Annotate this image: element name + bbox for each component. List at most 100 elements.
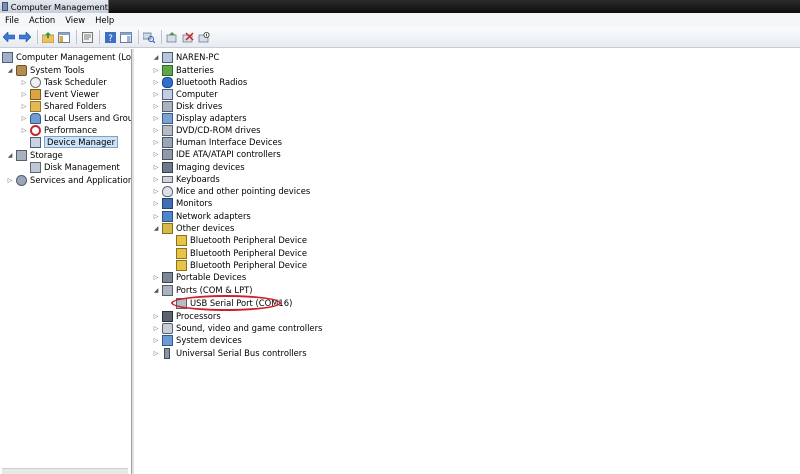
tree-item-storage[interactable]: ◢ Storage (6, 149, 63, 161)
device-category-batteries[interactable]: ▷ Batteries (152, 64, 214, 76)
expand-arrow-icon[interactable]: ▷ (152, 102, 160, 110)
device-category-usb[interactable]: ▷ Universal Serial Bus controllers (152, 347, 307, 359)
expand-arrow-icon[interactable]: ▷ (152, 150, 160, 158)
tree-item-local-users[interactable]: ▷ Local Users and Groups (20, 112, 131, 124)
services-icon (16, 174, 27, 186)
disable-device-button[interactable] (197, 30, 211, 44)
collapse-arrow-icon[interactable]: ◢ (152, 53, 160, 61)
help-icon: ? (104, 31, 116, 43)
menu-view[interactable]: View (60, 15, 90, 25)
expand-arrow-icon[interactable]: ▷ (152, 324, 160, 332)
show-hide-action-pane-button[interactable] (119, 30, 133, 44)
forward-button[interactable] (18, 30, 32, 44)
computer-management-icon (2, 51, 13, 63)
device-category-ide[interactable]: ▷ IDE ATA/ATAPI controllers (152, 148, 281, 160)
device-category-hid[interactable]: ▷ Human Interface Devices (152, 136, 282, 148)
device-category-imaging[interactable]: ▷ Imaging devices (152, 161, 245, 173)
expand-arrow-icon[interactable]: ▷ (20, 114, 28, 122)
uninstall-button[interactable] (181, 30, 195, 44)
device-category-keyboards[interactable]: ▷ Keyboards (152, 173, 220, 185)
expand-arrow-icon[interactable]: ▷ (152, 114, 160, 122)
speaker-icon (162, 322, 173, 334)
device-category-network[interactable]: ▷ Network adapters (152, 210, 251, 222)
expand-arrow-icon[interactable]: ▷ (152, 312, 160, 320)
up-folder-button[interactable] (41, 30, 55, 44)
tree-item-event-viewer[interactable]: ▷ Event Viewer (20, 88, 99, 100)
device-tree-pane[interactable]: ◢ NAREN-PC ▷ Batteries ▷ Bluetooth Radio… (134, 49, 800, 474)
expand-arrow-icon[interactable]: ▷ (152, 187, 160, 195)
expand-arrow-icon[interactable]: ▷ (152, 66, 160, 74)
toolbar-separator (138, 30, 139, 44)
tree-item-performance[interactable]: ▷ Performance (20, 124, 97, 136)
properties-button[interactable] (80, 30, 94, 44)
device-category-other[interactable]: ◢ Other devices (152, 222, 234, 234)
expand-arrow-icon[interactable]: ▷ (20, 102, 28, 110)
tree-item-disk-management[interactable]: Disk Management (30, 161, 120, 173)
device-category-mice[interactable]: ▷ Mice and other pointing devices (152, 185, 310, 197)
tree-root-label: Computer Management (Local (16, 52, 132, 62)
expand-arrow-icon[interactable]: ▷ (20, 78, 28, 86)
expand-arrow-icon[interactable]: ▷ (20, 90, 28, 98)
expand-arrow-icon[interactable]: ▷ (6, 176, 14, 184)
performance-icon (30, 124, 41, 136)
scan-hardware-button[interactable] (142, 30, 156, 44)
expand-arrow-icon[interactable]: ▷ (152, 175, 160, 183)
expand-arrow-icon[interactable]: ▷ (152, 163, 160, 171)
device-category-bluetooth-radios[interactable]: ▷ Bluetooth Radios (152, 76, 247, 88)
expand-arrow-icon[interactable]: ▷ (152, 126, 160, 134)
expand-arrow-icon[interactable]: ▷ (152, 199, 160, 207)
tree-item-shared-folders[interactable]: ▷ Shared Folders (20, 100, 106, 112)
device-category-disk-drives[interactable]: ▷ Disk drives (152, 100, 222, 112)
device-label: Bluetooth Peripheral Device (190, 260, 307, 270)
help-button[interactable]: ? (103, 30, 117, 44)
expand-arrow-icon[interactable]: ▷ (152, 273, 160, 281)
back-button[interactable] (2, 30, 16, 44)
collapse-arrow-icon[interactable]: ◢ (152, 286, 160, 294)
window-title-area[interactable]: Computer Management (0, 0, 109, 13)
device-category-sound[interactable]: ▷ Sound, video and game controllers (152, 322, 322, 334)
collapse-arrow-icon[interactable]: ◢ (152, 224, 160, 232)
show-hide-console-tree-button[interactable] (57, 30, 71, 44)
expand-arrow-icon[interactable]: ▷ (152, 336, 160, 344)
menu-action[interactable]: Action (24, 15, 60, 25)
expand-arrow-icon[interactable]: ▷ (152, 212, 160, 220)
tree-item-device-manager[interactable]: Device Manager (30, 136, 119, 148)
properties-icon (81, 31, 93, 43)
device-category-monitors[interactable]: ▷ Monitors (152, 197, 212, 209)
device-category-system[interactable]: ▷ System devices (152, 334, 242, 346)
collapse-arrow-icon[interactable]: ◢ (6, 151, 14, 159)
tree-item-task-scheduler[interactable]: ▷ Task Scheduler (20, 76, 107, 88)
tree-item-label: Shared Folders (44, 101, 107, 111)
tree-root[interactable]: Computer Management (Local (2, 51, 132, 63)
device-tree-root-label: NAREN-PC (176, 52, 220, 62)
device-tree-root[interactable]: ◢ NAREN-PC (152, 51, 219, 63)
device-label: Bluetooth Peripheral Device (190, 235, 307, 245)
expand-arrow-icon[interactable]: ▷ (20, 126, 28, 134)
menu-file[interactable]: File (0, 15, 24, 25)
horizontal-scrollbar[interactable] (2, 468, 128, 474)
port-icon (162, 284, 173, 296)
device-category-portable[interactable]: ▷ Portable Devices (152, 271, 246, 283)
device-category-processors[interactable]: ▷ Processors (152, 310, 221, 322)
tree-item-services[interactable]: ▷ Services and Applications (6, 174, 131, 186)
device-item[interactable]: Bluetooth Peripheral Device (176, 234, 307, 246)
expand-arrow-icon[interactable]: ▷ (152, 349, 160, 357)
other-devices-icon (162, 222, 173, 234)
tree-item-system-tools[interactable]: ◢ System Tools (6, 64, 85, 76)
collapse-arrow-icon[interactable]: ◢ (6, 66, 14, 74)
console-tree-pane[interactable]: Computer Management (Local ◢ System Tool… (0, 49, 132, 474)
tree-item-label: System Tools (30, 65, 85, 75)
expand-arrow-icon[interactable]: ▷ (152, 78, 160, 86)
device-item[interactable]: Bluetooth Peripheral Device (176, 259, 307, 271)
category-label: Display adapters (176, 113, 247, 123)
device-category-dvd[interactable]: ▷ DVD/CD-ROM drives (152, 124, 260, 136)
device-category-computer[interactable]: ▷ Computer (152, 88, 218, 100)
device-item[interactable]: Bluetooth Peripheral Device (176, 247, 307, 259)
expand-arrow-icon[interactable]: ▷ (152, 138, 160, 146)
device-category-display-adapters[interactable]: ▷ Display adapters (152, 112, 247, 124)
update-driver-button[interactable] (165, 30, 179, 44)
menu-help[interactable]: Help (90, 15, 119, 25)
tree-item-label: Performance (44, 125, 98, 135)
expand-arrow-icon[interactable]: ▷ (152, 90, 160, 98)
category-label: Keyboards (176, 174, 220, 184)
